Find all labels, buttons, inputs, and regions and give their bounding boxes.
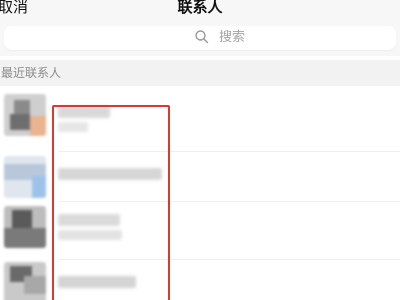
page-title: 联系人: [177, 0, 223, 16]
contact-name-redacted: [58, 230, 122, 240]
contact-name-redacted: [58, 122, 88, 132]
contacts-picker-screen: 取消 联系人 搜索 最近联系人: [0, 0, 400, 300]
nav-bar: 取消 联系人: [0, 0, 400, 26]
contact-row[interactable]: [0, 152, 400, 202]
contact-row[interactable]: [0, 260, 400, 300]
contact-row[interactable]: [0, 86, 400, 152]
section-header: 最近联系人: [0, 60, 400, 86]
contact-avatar: [4, 94, 46, 136]
contact-name-redacted: [58, 214, 120, 226]
search-icon: [195, 30, 209, 44]
contact-name-redacted: [58, 168, 162, 180]
contact-avatar: [4, 156, 46, 198]
contact-name-redacted: [58, 276, 136, 288]
contact-name-redacted: [58, 106, 110, 118]
contact-list: [0, 86, 400, 300]
search-area: 搜索: [0, 26, 400, 56]
contact-avatar: [4, 262, 46, 300]
contact-avatar: [4, 206, 46, 248]
search-placeholder: 搜索: [219, 30, 246, 45]
search-input[interactable]: 搜索: [4, 26, 396, 50]
contact-row[interactable]: [0, 202, 400, 260]
section-label-recent: 最近联系人: [1, 66, 62, 80]
